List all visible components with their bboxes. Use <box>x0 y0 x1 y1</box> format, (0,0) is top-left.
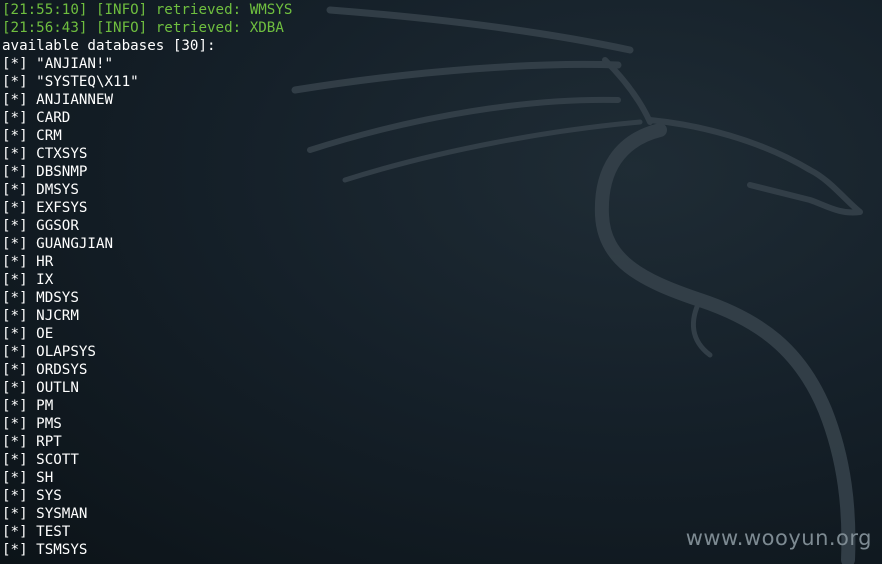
list-bullet: [*] <box>2 182 28 198</box>
database-name: OUTLN <box>36 380 79 396</box>
database-list-item: [*] TEST <box>2 523 292 541</box>
terminal-window[interactable]: [21:55:10] [INFO] retrieved: WMSYS [21:56… <box>0 0 882 564</box>
database-list-item: [*] DMSYS <box>2 181 292 199</box>
list-bullet: [*] <box>2 290 28 306</box>
database-name: ORDSYS <box>36 362 88 378</box>
database-list-item: [*] CRM <box>2 127 292 145</box>
database-list-item: [*] SYS <box>2 487 292 505</box>
database-name: MDSYS <box>36 290 79 306</box>
database-name: SYSMAN <box>36 506 88 522</box>
list-bullet: [*] <box>2 146 28 162</box>
database-name: TEST <box>36 524 71 540</box>
database-list-item: [*] SCOTT <box>2 451 292 469</box>
log-line: [21:56:43] [INFO] retrieved: XDBA <box>2 20 284 36</box>
watermark: www.wooyun.org <box>685 526 872 550</box>
list-bullet: [*] <box>2 398 28 414</box>
database-name: "SYSTEQ\X11" <box>36 74 139 90</box>
database-list-item: [*] OLAPSYS <box>2 343 292 361</box>
database-name: SCOTT <box>36 452 79 468</box>
database-name: DBSNMP <box>36 164 88 180</box>
log-line: [21:55:10] [INFO] retrieved: WMSYS <box>2 2 293 18</box>
database-name: DMSYS <box>36 182 79 198</box>
database-name: OE <box>36 326 54 342</box>
list-bullet: [*] <box>2 236 28 252</box>
database-name: "ANJIAN!" <box>36 56 114 72</box>
list-bullet: [*] <box>2 110 28 126</box>
list-bullet: [*] <box>2 74 28 90</box>
database-list-item: [*] HR <box>2 253 292 271</box>
database-list-item: [*] SH <box>2 469 292 487</box>
database-name: TSMSYS <box>36 542 88 558</box>
database-name: SYS <box>36 488 62 504</box>
database-list-item: [*] IX <box>2 271 292 289</box>
databases-header: available databases [30]: <box>2 38 216 54</box>
database-list-item: [*] OUTLN <box>2 379 292 397</box>
list-bullet: [*] <box>2 380 28 396</box>
database-list-item: [*] NJCRM <box>2 307 292 325</box>
list-bullet: [*] <box>2 218 28 234</box>
list-bullet: [*] <box>2 542 28 558</box>
list-bullet: [*] <box>2 488 28 504</box>
database-name: HR <box>36 254 54 270</box>
list-bullet: [*] <box>2 272 28 288</box>
database-name: GGSOR <box>36 218 79 234</box>
list-bullet: [*] <box>2 254 28 270</box>
list-bullet: [*] <box>2 200 28 216</box>
database-name: PMS <box>36 416 62 432</box>
database-list-item: [*] OE <box>2 325 292 343</box>
database-list-item: [*] RPT <box>2 433 292 451</box>
database-list-item: [*] SYSMAN <box>2 505 292 523</box>
database-list-item: [*] "SYSTEQ\X11" <box>2 73 292 91</box>
database-list-item: [*] PMS <box>2 415 292 433</box>
database-list-item: [*] DBSNMP <box>2 163 292 181</box>
database-name: SH <box>36 470 54 486</box>
list-bullet: [*] <box>2 452 28 468</box>
list-bullet: [*] <box>2 506 28 522</box>
list-bullet: [*] <box>2 164 28 180</box>
database-name: RPT <box>36 434 62 450</box>
database-list-item: [*] CTXSYS <box>2 145 292 163</box>
database-name: GUANGJIAN <box>36 236 114 252</box>
database-list-item: [*] "ANJIAN!" <box>2 55 292 73</box>
terminal-output: [21:55:10] [INFO] retrieved: WMSYS [21:56… <box>2 1 292 559</box>
database-list-item: [*] ORDSYS <box>2 361 292 379</box>
list-bullet: [*] <box>2 56 28 72</box>
database-list-item: [*] PM <box>2 397 292 415</box>
database-list-item: [*] TSMSYS <box>2 541 292 559</box>
database-name: OLAPSYS <box>36 344 96 360</box>
list-bullet: [*] <box>2 470 28 486</box>
database-name: EXFSYS <box>36 200 88 216</box>
list-bullet: [*] <box>2 344 28 360</box>
database-list-item: [*] MDSYS <box>2 289 292 307</box>
list-bullet: [*] <box>2 362 28 378</box>
list-bullet: [*] <box>2 128 28 144</box>
database-name: ANJIANNEW <box>36 92 114 108</box>
database-name: CTXSYS <box>36 146 88 162</box>
list-bullet: [*] <box>2 416 28 432</box>
database-list-item: [*] ANJIANNEW <box>2 91 292 109</box>
list-bullet: [*] <box>2 308 28 324</box>
list-bullet: [*] <box>2 92 28 108</box>
database-name: CARD <box>36 110 71 126</box>
database-list-item: [*] GUANGJIAN <box>2 235 292 253</box>
database-name: IX <box>36 272 54 288</box>
database-name: PM <box>36 398 54 414</box>
database-name: NJCRM <box>36 308 79 324</box>
database-list-item: [*] GGSOR <box>2 217 292 235</box>
list-bullet: [*] <box>2 524 28 540</box>
database-name: CRM <box>36 128 62 144</box>
database-list-item: [*] CARD <box>2 109 292 127</box>
list-bullet: [*] <box>2 434 28 450</box>
list-bullet: [*] <box>2 326 28 342</box>
database-list-item: [*] EXFSYS <box>2 199 292 217</box>
